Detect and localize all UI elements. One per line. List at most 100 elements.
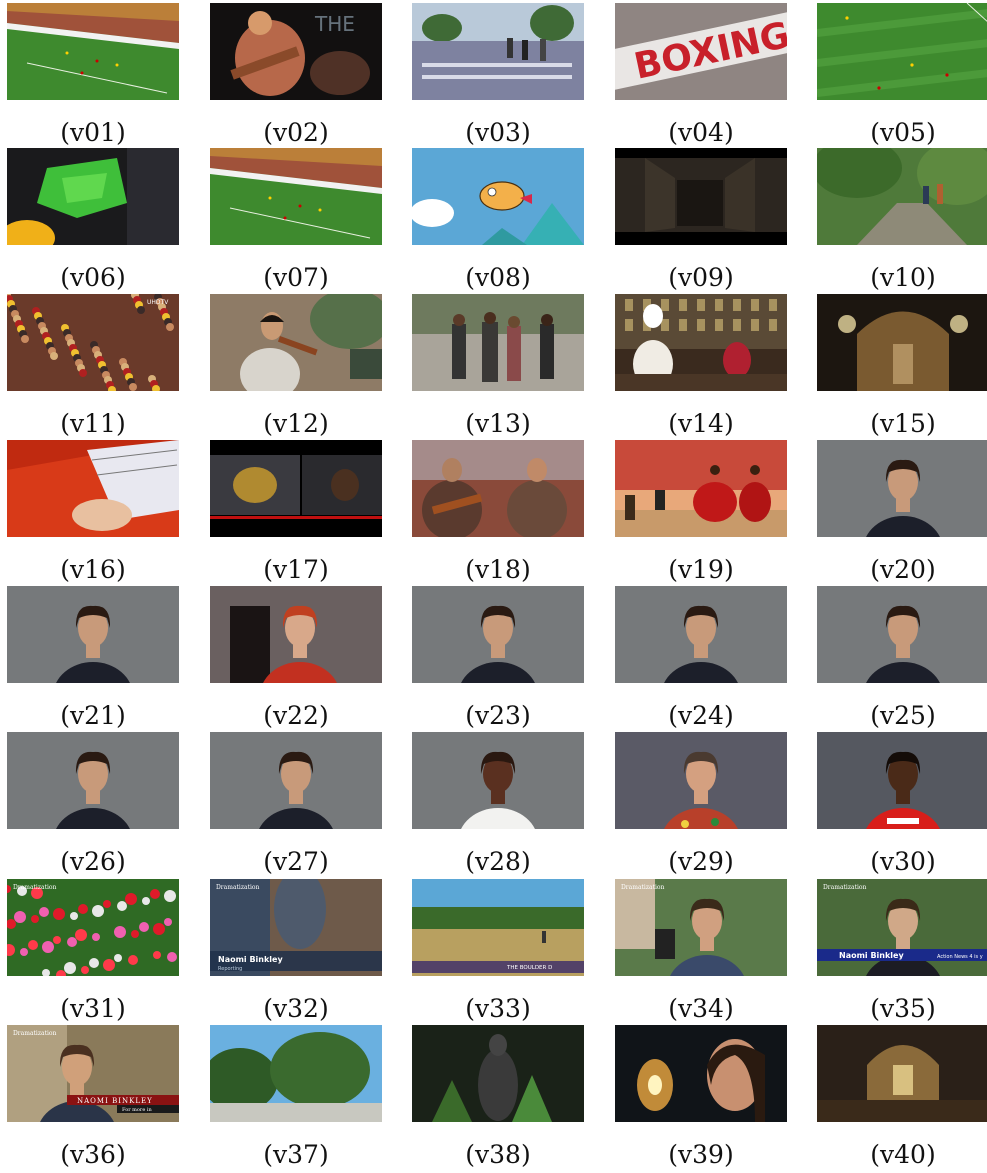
video-thumbnail-cell: (v19) bbox=[615, 440, 787, 586]
video-label: (v15) bbox=[870, 409, 936, 438]
video-label: (v28) bbox=[465, 847, 531, 876]
video-frame-boxing-sign-blur: BOXING bbox=[615, 3, 787, 100]
video-label: (v32) bbox=[263, 994, 329, 1023]
video-thumbnail-cell: (v16) bbox=[7, 440, 179, 586]
video-frame-church-altar bbox=[817, 1025, 987, 1122]
video-thumbnail-cell: BOXING (v04) bbox=[615, 3, 787, 149]
svg-text:UHDTV: UHDTV bbox=[147, 299, 169, 306]
video-thumbnail-cell: (v21) bbox=[7, 586, 179, 732]
video-frame-electric-guitar-closeup bbox=[7, 440, 179, 537]
svg-text:THE: THE bbox=[314, 12, 355, 36]
video-label: (v20) bbox=[870, 555, 936, 584]
video-frame-soccer-stadium-wide bbox=[7, 3, 179, 100]
video-frame-garden-statue bbox=[412, 1025, 584, 1122]
video-label: (v23) bbox=[465, 701, 531, 730]
video-thumbnail-cell: (v08) bbox=[412, 148, 584, 294]
video-thumbnail-cell: (v20) bbox=[817, 440, 987, 586]
video-label: (v22) bbox=[263, 701, 329, 730]
video-frame-violinist-outdoors bbox=[210, 294, 382, 391]
video-thumbnail-cell: (v14) bbox=[615, 294, 787, 440]
video-thumbnail-cell: (v26) bbox=[7, 732, 179, 878]
video-frame-interview-white-shirt bbox=[412, 732, 584, 829]
video-frame-interview-gray-backdrop bbox=[817, 440, 987, 537]
video-thumbnail-cell: Dramatization NAOMI BINKLEY For more in (… bbox=[7, 1025, 179, 1171]
video-thumbnail-cell: (v05) bbox=[817, 3, 987, 149]
video-frame-guitarists-double bbox=[412, 440, 584, 537]
video-label: (v08) bbox=[465, 263, 531, 292]
svg-text:Dramatization: Dramatization bbox=[823, 884, 867, 891]
video-thumbnail-cell: (v39) bbox=[615, 1025, 787, 1171]
svg-text:Dramatization: Dramatization bbox=[216, 884, 260, 891]
video-thumbnail-cell: (v10) bbox=[817, 148, 987, 294]
video-label: (v19) bbox=[668, 555, 734, 584]
video-frame-reporter-outdoors: Dramatization bbox=[615, 879, 787, 976]
video-frame-news-lower-third-red: Dramatization NAOMI BINKLEY For more in bbox=[7, 1025, 179, 1122]
video-label: (v40) bbox=[870, 1140, 936, 1169]
video-label: (v05) bbox=[870, 118, 936, 147]
video-frame-woman-lantern bbox=[615, 1025, 787, 1122]
video-label: (v07) bbox=[263, 263, 329, 292]
video-thumbnail-cell: (v01) bbox=[7, 3, 179, 149]
video-frame-guitar-performer-stage: THE bbox=[210, 3, 382, 100]
video-frame-stadium-crowd: UHDTV bbox=[7, 294, 179, 391]
video-label: (v25) bbox=[870, 701, 936, 730]
video-frame-interview-gray-backdrop bbox=[210, 732, 382, 829]
svg-text:Dramatization: Dramatization bbox=[13, 884, 57, 891]
svg-text:THE BOULDER D: THE BOULDER D bbox=[506, 965, 552, 971]
video-frame-red-pink-flowers: Dramatization bbox=[7, 879, 179, 976]
video-label: (v31) bbox=[60, 994, 126, 1023]
video-label: (v37) bbox=[263, 1140, 329, 1169]
video-frame-forest-path-people bbox=[817, 148, 987, 245]
video-frame-news-lower-third: Dramatization Naomi Binkley Reporting bbox=[210, 879, 382, 976]
video-frame-interview-red-jersey bbox=[817, 732, 987, 829]
video-frame-interview-gray-backdrop bbox=[817, 586, 987, 683]
video-label: (v01) bbox=[60, 118, 126, 147]
video-frame-interview-gray-backdrop bbox=[412, 586, 584, 683]
video-label: (v09) bbox=[668, 263, 734, 292]
video-frame-cartoon-flying-character bbox=[412, 148, 584, 245]
video-thumbnail-cell: (v22) bbox=[210, 586, 382, 732]
video-label: (v04) bbox=[668, 118, 734, 147]
video-label: (v21) bbox=[60, 701, 126, 730]
video-label: (v10) bbox=[870, 263, 936, 292]
video-frame-interview-red-hair bbox=[210, 586, 382, 683]
video-label: (v29) bbox=[668, 847, 734, 876]
video-thumbnail-cell: (v17) bbox=[210, 440, 382, 586]
video-thumbnail-cell: (v37) bbox=[210, 1025, 382, 1171]
video-thumbnail-cell: (v25) bbox=[817, 586, 987, 732]
video-thumbnail-cell: Dramatization (v31) bbox=[7, 879, 179, 1025]
video-thumbnail-cell: (v09) bbox=[615, 148, 787, 294]
video-frame-church-interior bbox=[817, 294, 987, 391]
video-frame-news-lower-third-blue: Dramatization Naomi Binkley Action News … bbox=[817, 879, 987, 976]
video-thumbnail-cell: (v29) bbox=[615, 732, 787, 878]
video-label: (v12) bbox=[263, 409, 329, 438]
video-frame-street-crosswalk bbox=[412, 3, 584, 100]
video-label: (v17) bbox=[263, 555, 329, 584]
video-thumbnail-cell: THE (v02) bbox=[210, 3, 382, 149]
video-frame-soccer-stadium-wide bbox=[210, 148, 382, 245]
video-label: (v24) bbox=[668, 701, 734, 730]
video-thumbnail-cell: (v23) bbox=[412, 586, 584, 732]
svg-text:Action News 4 is y: Action News 4 is y bbox=[937, 954, 983, 960]
svg-text:Dramatization: Dramatization bbox=[13, 1030, 57, 1037]
video-label: (v06) bbox=[60, 263, 126, 292]
video-frame-interview-gray-backdrop bbox=[615, 586, 787, 683]
video-thumbnail-cell: (v24) bbox=[615, 586, 787, 732]
video-label: (v11) bbox=[60, 409, 126, 438]
video-thumbnail-cell: Dramatization Naomi Binkley Action News … bbox=[817, 879, 987, 1025]
video-label: (v39) bbox=[668, 1140, 734, 1169]
video-label: (v03) bbox=[465, 118, 531, 147]
svg-text:For more in: For more in bbox=[122, 1107, 152, 1113]
video-frame-park-field: THE BOULDER D bbox=[412, 879, 584, 976]
video-label: (v02) bbox=[263, 118, 329, 147]
video-frame-chef-kitchen bbox=[615, 294, 787, 391]
video-thumbnail-cell: (v06) bbox=[7, 148, 179, 294]
video-frame-interview-gray-backdrop bbox=[7, 586, 179, 683]
video-frame-interview-hawaiian-shirt bbox=[615, 732, 787, 829]
video-thumbnail-cell: THE BOULDER D (v33) bbox=[412, 879, 584, 1025]
video-label: (v38) bbox=[465, 1140, 531, 1169]
video-thumbnail-cell: (v28) bbox=[412, 732, 584, 878]
video-label: (v33) bbox=[465, 994, 531, 1023]
video-frame-flamenco-dance bbox=[615, 440, 787, 537]
video-label: (v30) bbox=[870, 847, 936, 876]
